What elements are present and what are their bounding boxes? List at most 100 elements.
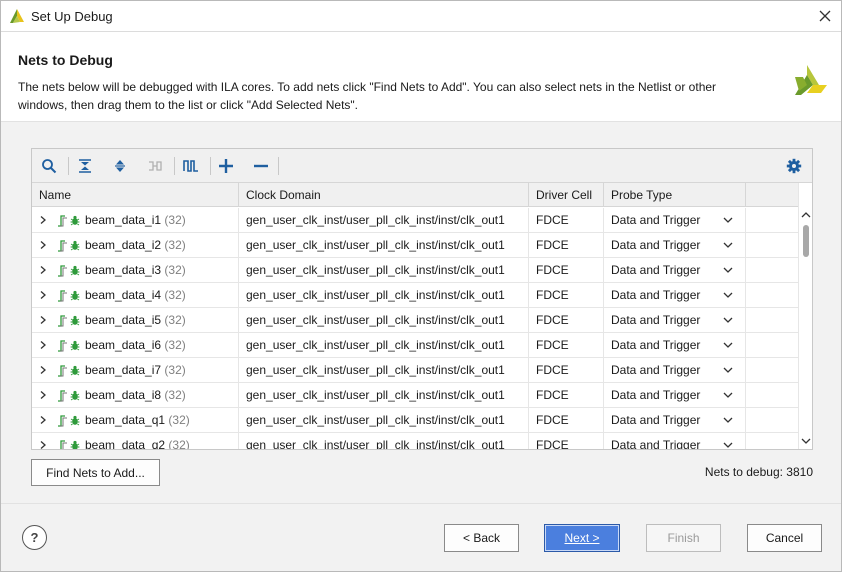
chevron-down-icon[interactable] <box>723 316 733 324</box>
search-button[interactable] <box>38 155 60 177</box>
net-name-cell: beam_data_q2 (32) <box>32 433 239 449</box>
probe-type-dropdown[interactable]: Data and Trigger <box>604 208 746 233</box>
chevron-right-icon[interactable] <box>38 215 48 225</box>
bus-net-icon <box>58 365 67 377</box>
collapse-all-button[interactable] <box>74 155 96 177</box>
title-bar: Set Up Debug <box>1 1 841 32</box>
probe-type-dropdown[interactable]: Data and Trigger <box>604 308 746 333</box>
find-nets-label: Find Nets to Add... <box>46 465 145 480</box>
table-row[interactable]: beam_data_q1 (32) gen_user_clk_inst/user_… <box>32 408 798 433</box>
table-row[interactable]: beam_data_q2 (32) gen_user_clk_inst/user_… <box>32 433 798 449</box>
add-nets-button[interactable] <box>215 155 237 177</box>
chevron-down-icon[interactable] <box>723 366 733 374</box>
chevron-right-icon[interactable] <box>38 365 48 375</box>
net-name: beam_data_i6 <box>85 338 162 352</box>
find-nets-button[interactable]: Find Nets to Add... <box>31 459 160 486</box>
clock-domain-cell: gen_user_clk_inst/user_pll_clk_inst/inst… <box>239 408 529 433</box>
help-icon: ? <box>30 530 39 545</box>
help-button[interactable]: ? <box>22 525 47 550</box>
vertical-scrollbar[interactable] <box>798 183 812 449</box>
bus-net-icon <box>58 240 67 252</box>
probe-type-value: Data and Trigger <box>611 338 701 352</box>
chevron-right-icon[interactable] <box>38 390 48 400</box>
nets-table-panel: Name Clock Domain Driver Cell Probe Type… <box>31 148 813 450</box>
net-width: (32) <box>168 438 190 449</box>
table-row[interactable]: beam_data_i6 (32) gen_user_clk_inst/user_… <box>32 333 798 358</box>
chevron-down-icon[interactable] <box>723 216 733 224</box>
probe-type-value: Data and Trigger <box>611 313 701 327</box>
bus-net-icon <box>58 340 67 352</box>
remove-nets-button[interactable] <box>250 155 272 177</box>
probe-type-value: Data and Trigger <box>611 238 701 252</box>
page-title: Nets to Debug <box>18 52 113 68</box>
driver-cell: FDCE <box>529 408 604 433</box>
clock-domain-cell: gen_user_clk_inst/user_pll_clk_inst/inst… <box>239 358 529 383</box>
clock-domain-cell: gen_user_clk_inst/user_pll_clk_inst/inst… <box>239 433 529 449</box>
chevron-down-icon[interactable] <box>723 441 733 449</box>
driver-cell: FDCE <box>529 358 604 383</box>
probe-type-dropdown[interactable]: Data and Trigger <box>604 433 746 449</box>
waveform-button[interactable] <box>180 155 202 177</box>
chevron-down-icon[interactable] <box>723 341 733 349</box>
page-header: Nets to Debug The nets below will be deb… <box>1 33 841 121</box>
debug-bug-icon <box>70 415 80 426</box>
close-button[interactable] <box>813 5 837 27</box>
net-name-text: beam_data_i6 (32) <box>85 333 186 357</box>
cancel-button[interactable]: Cancel <box>747 524 822 552</box>
scrollbar-thumb[interactable] <box>803 225 809 257</box>
settings-button[interactable] <box>783 155 805 177</box>
debug-bug-icon <box>70 340 80 351</box>
chevron-down-icon[interactable] <box>723 416 733 424</box>
table-row[interactable]: beam_data_i8 (32) gen_user_clk_inst/user_… <box>32 383 798 408</box>
chevron-right-icon[interactable] <box>38 415 48 425</box>
chevron-right-icon[interactable] <box>38 265 48 275</box>
chevron-down-icon[interactable] <box>723 241 733 249</box>
scroll-up-icon[interactable] <box>801 211 811 219</box>
table-row[interactable]: beam_data_i3 (32) gen_user_clk_inst/user_… <box>32 258 798 283</box>
chevron-right-icon[interactable] <box>38 340 48 350</box>
scroll-down-icon[interactable] <box>801 437 811 445</box>
column-header-clock-domain[interactable]: Clock Domain <box>239 183 529 207</box>
debug-bug-icon <box>70 440 80 449</box>
probe-type-dropdown[interactable]: Data and Trigger <box>604 233 746 258</box>
back-button[interactable]: < Back <box>444 524 519 552</box>
chevron-down-icon[interactable] <box>723 291 733 299</box>
probe-type-dropdown[interactable]: Data and Trigger <box>604 358 746 383</box>
expand-all-button[interactable] <box>109 155 131 177</box>
window-title: Set Up Debug <box>31 9 113 24</box>
probe-type-dropdown[interactable]: Data and Trigger <box>604 283 746 308</box>
probe-type-dropdown[interactable]: Data and Trigger <box>604 383 746 408</box>
table-row[interactable]: beam_data_i2 (32) gen_user_clk_inst/user_… <box>32 233 798 258</box>
net-name-text: beam_data_i1 (32) <box>85 208 186 232</box>
probe-type-dropdown[interactable]: Data and Trigger <box>604 333 746 358</box>
toolbar-separator <box>68 157 69 175</box>
net-width: (32) <box>168 413 190 427</box>
net-name: beam_data_i7 <box>85 363 162 377</box>
table-row[interactable]: beam_data_i7 (32) gen_user_clk_inst/user_… <box>32 358 798 383</box>
finish-button: Finish <box>646 524 721 552</box>
driver-cell: FDCE <box>529 433 604 449</box>
probe-type-dropdown[interactable]: Data and Trigger <box>604 258 746 283</box>
next-button[interactable]: Next > <box>544 524 620 552</box>
chevron-right-icon[interactable] <box>38 290 48 300</box>
dialog-footer: ? < Back Next > Finish Cancel <box>1 503 841 571</box>
net-width: (32) <box>164 213 186 227</box>
probe-type-value: Data and Trigger <box>611 413 701 427</box>
table-row[interactable]: beam_data_i1 (32) gen_user_clk_inst/user_… <box>32 208 798 233</box>
table-row[interactable]: beam_data_i4 (32) gen_user_clk_inst/user_… <box>32 283 798 308</box>
chevron-right-icon[interactable] <box>38 315 48 325</box>
column-header-driver-cell[interactable]: Driver Cell <box>529 183 604 207</box>
probe-type-value: Data and Trigger <box>611 263 701 277</box>
chevron-right-icon[interactable] <box>38 440 48 449</box>
table-row[interactable]: beam_data_i5 (32) gen_user_clk_inst/user_… <box>32 308 798 333</box>
driver-cell: FDCE <box>529 308 604 333</box>
column-header-name[interactable]: Name <box>32 183 239 207</box>
column-header-probe-type[interactable]: Probe Type <box>604 183 746 207</box>
chevron-down-icon[interactable] <box>723 391 733 399</box>
net-name-cell: beam_data_i5 (32) <box>32 308 239 333</box>
chevron-down-icon[interactable] <box>723 266 733 274</box>
schematic-button[interactable] <box>144 155 166 177</box>
chevron-right-icon[interactable] <box>38 240 48 250</box>
probe-type-dropdown[interactable]: Data and Trigger <box>604 408 746 433</box>
net-name-text: beam_data_i4 (32) <box>85 283 186 307</box>
